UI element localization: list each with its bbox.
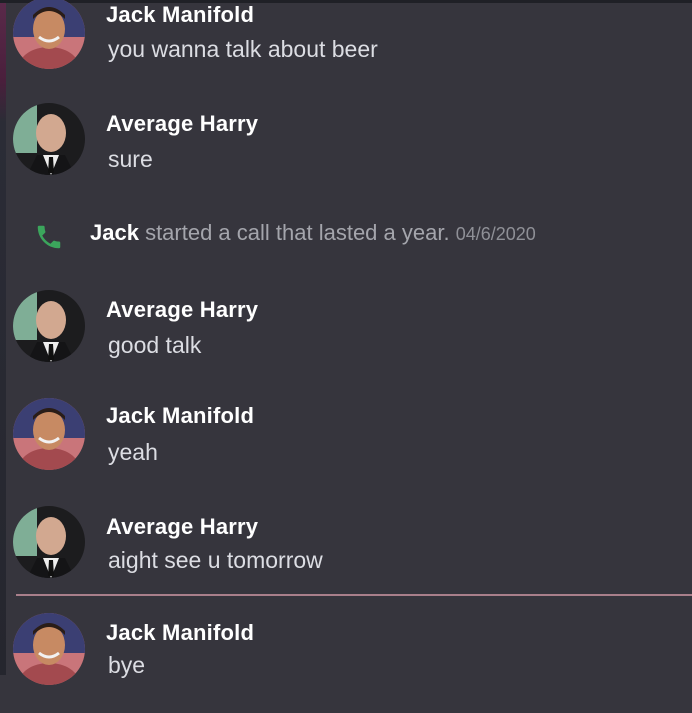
message-author[interactable]: Jack Manifold	[106, 403, 254, 429]
new-messages-divider	[16, 594, 692, 596]
caller-name[interactable]: Jack	[90, 220, 139, 245]
jack-avatar[interactable]	[13, 613, 85, 685]
phone-icon	[34, 222, 64, 252]
message-item[interactable]: Average Harry aight see u tomorrow	[0, 506, 692, 606]
call-description: started a call that lasted a year.	[138, 220, 456, 245]
jack-avatar[interactable]	[13, 0, 85, 69]
message-author[interactable]: Jack Manifold	[106, 2, 254, 28]
jack-avatar[interactable]	[13, 398, 85, 470]
message-text: good talk	[108, 332, 202, 358]
message-item[interactable]: Jack Manifold bye	[0, 613, 692, 713]
message-item[interactable]: Average Harry good talk	[0, 290, 692, 390]
chat-messages: Jack Manifold you wanna talk about beer …	[0, 0, 692, 685]
call-summary: Jack started a call that lasted a year. …	[90, 220, 536, 246]
message-text: aight see u tomorrow	[108, 547, 323, 573]
message-text: yeah	[108, 439, 158, 465]
message-author[interactable]: Average Harry	[106, 514, 258, 540]
message-author[interactable]: Average Harry	[106, 297, 258, 323]
message-item[interactable]: Jack Manifold you wanna talk about beer	[0, 0, 692, 97]
message-text: you wanna talk about beer	[108, 36, 378, 62]
harry-avatar[interactable]	[13, 290, 85, 362]
message-author[interactable]: Average Harry	[106, 111, 258, 137]
harry-avatar[interactable]	[13, 506, 85, 578]
message-author[interactable]: Jack Manifold	[106, 620, 254, 646]
message-item[interactable]: Jack Manifold yeah	[0, 398, 692, 498]
message-text: sure	[108, 146, 153, 172]
message-item[interactable]: Average Harry sure	[0, 103, 692, 203]
harry-avatar[interactable]	[13, 103, 85, 175]
call-system-message: Jack started a call that lasted a year. …	[0, 208, 692, 258]
call-date: 04/6/2020	[455, 224, 536, 244]
